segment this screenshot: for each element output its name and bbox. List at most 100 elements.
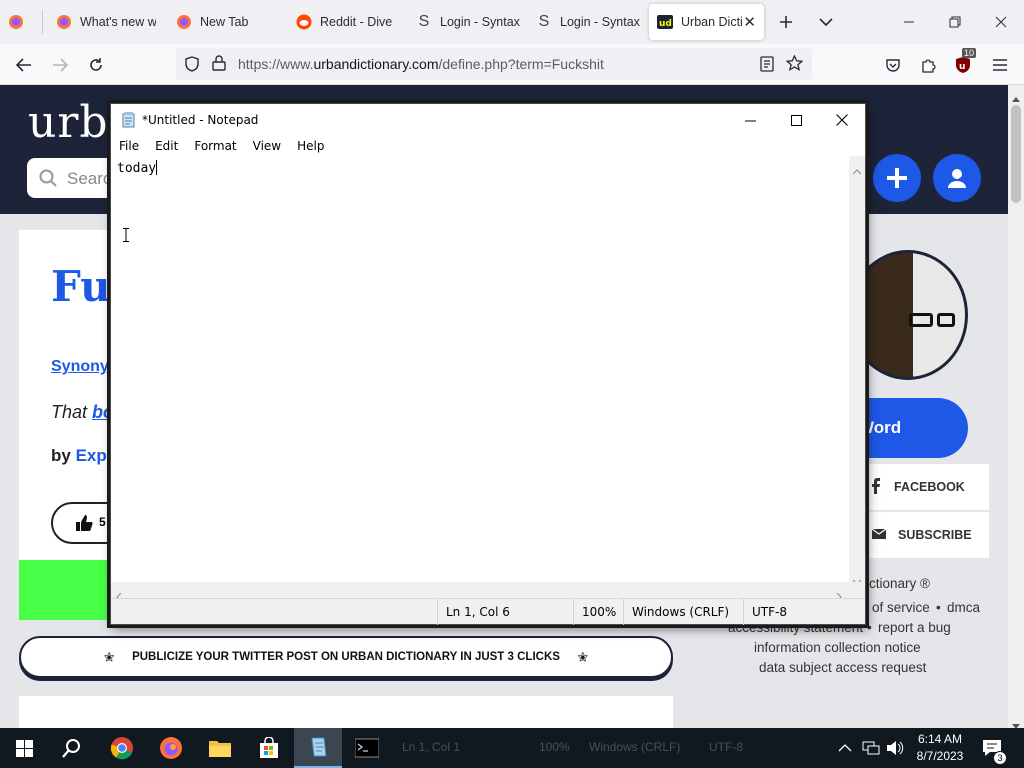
forward-arrow-icon[interactable] xyxy=(47,52,73,78)
footer-report-link[interactable]: report a bug xyxy=(878,620,951,635)
notepad-vertical-scrollbar[interactable] xyxy=(849,156,865,585)
synonyms-link[interactable]: Synony xyxy=(51,358,109,376)
definition-text: That bo xyxy=(51,402,114,423)
tracking-shield-icon[interactable] xyxy=(184,56,200,77)
menu-help[interactable]: Help xyxy=(297,139,324,153)
taskbar-clock[interactable]: 6:14 AM 8/7/2023 xyxy=(908,731,972,765)
file-explorer-icon[interactable] xyxy=(196,728,244,768)
url-text[interactable]: https://www.urbandictionary.com/define.p… xyxy=(238,56,604,72)
lock-icon[interactable] xyxy=(212,55,226,76)
notepad-content: today xyxy=(117,160,158,176)
minimize-icon[interactable] xyxy=(897,10,921,34)
tab-reddit[interactable]: Reddit - Dive i xyxy=(296,4,396,40)
browser-tab-bar: What's new w New Tab Reddit - Dive i S L… xyxy=(0,0,1024,44)
add-word-plus-icon[interactable] xyxy=(873,154,921,202)
volume-icon[interactable] xyxy=(886,728,904,768)
menu-edit[interactable]: Edit xyxy=(155,139,178,153)
menu-format[interactable]: Format xyxy=(194,139,236,153)
facebook-link[interactable]: FACEBOOK xyxy=(862,464,989,510)
footer-terms-link[interactable]: of service xyxy=(872,600,930,615)
reader-view-icon[interactable] xyxy=(760,56,774,77)
notepad-window: *Untitled - Notepad File Edit Format Vie… xyxy=(110,103,866,625)
notepad-horizontal-scrollbar[interactable] xyxy=(111,582,849,602)
url-path: /define.php?term=Fuckshit xyxy=(438,56,604,72)
facebook-label: FACEBOOK xyxy=(894,480,965,494)
browser-nav-bar: https://www.urbandictionary.com/define.p… xyxy=(0,44,1024,85)
status-zoom: 100% xyxy=(573,599,623,625)
close-tab-icon[interactable]: ✕ xyxy=(743,13,756,31)
scroll-up-arrow-icon[interactable] xyxy=(852,160,862,179)
promo-text: PUBLICIZE YOUR TWITTER POST ON URBAN DIC… xyxy=(132,651,560,663)
subscribe-link[interactable]: SUBSCRIBE xyxy=(862,512,989,558)
extensions-puzzle-icon[interactable] xyxy=(915,52,941,78)
notepad-title-bar[interactable]: *Untitled - Notepad xyxy=(111,104,865,136)
tray-chevron-up-icon[interactable] xyxy=(838,728,852,768)
mail-icon xyxy=(871,528,887,543)
bookmark-star-icon[interactable] xyxy=(785,54,804,77)
minimize-icon[interactable] xyxy=(727,104,773,136)
menu-view[interactable]: View xyxy=(253,139,281,153)
notification-count-badge: 3 xyxy=(993,751,1007,765)
terminal-icon[interactable] xyxy=(343,728,391,768)
pocket-icon[interactable] xyxy=(880,52,906,78)
new-tab-icon[interactable] xyxy=(774,10,798,34)
search-icon[interactable] xyxy=(48,728,96,768)
close-icon[interactable] xyxy=(819,104,865,136)
tab-title: Reddit - Dive i xyxy=(320,15,396,29)
restore-icon[interactable] xyxy=(943,10,967,34)
notepad-menu-bar: File Edit Format View Help xyxy=(111,136,865,156)
tab-new-tab[interactable]: New Tab xyxy=(176,4,276,40)
footer-dsar-link[interactable]: data subject access request xyxy=(759,660,926,675)
facebook-icon xyxy=(872,477,882,497)
notepad-text-area[interactable]: today xyxy=(111,156,849,582)
add-word-button[interactable]: Word xyxy=(852,398,968,458)
notepad-taskbar-icon[interactable] xyxy=(294,728,342,768)
back-arrow-icon[interactable] xyxy=(11,52,37,78)
tab-login-syntax-1[interactable]: S Login - Syntax xyxy=(416,4,522,40)
chrome-icon[interactable] xyxy=(98,728,146,768)
scrollbar-corner xyxy=(849,582,865,598)
firefox-icon[interactable] xyxy=(147,728,195,768)
twitter-promo-button[interactable]: ✬ PUBLICIZE YOUR TWITTER POST ON URBAN D… xyxy=(19,636,673,678)
hamburger-menu-icon[interactable] xyxy=(987,52,1013,78)
subscribe-label: SUBSCRIBE xyxy=(898,528,972,542)
chevron-down-icon[interactable] xyxy=(814,10,838,34)
footer-dot: • xyxy=(936,600,941,615)
footer-info-notice-link[interactable]: information collection notice xyxy=(754,640,921,655)
user-profile-icon[interactable] xyxy=(933,154,981,202)
maximize-icon[interactable] xyxy=(773,104,819,136)
search-icon xyxy=(39,169,57,192)
close-window-icon[interactable] xyxy=(989,10,1013,34)
clock-date: 8/7/2023 xyxy=(916,749,964,763)
urban-dictionary-icon: ud xyxy=(657,14,673,30)
tab-urban-dictionary[interactable]: ud Urban Dicti ✕ xyxy=(649,4,764,40)
footer-dot: • xyxy=(867,620,872,635)
definition-prefix: That xyxy=(51,402,93,422)
microsoft-store-icon[interactable] xyxy=(245,728,293,768)
ghost-status-text: UTF-8 xyxy=(709,740,743,754)
network-icon[interactable] xyxy=(862,728,880,768)
footer-dmca-link[interactable]: dmca xyxy=(947,600,980,615)
ublock-origin-icon[interactable]: u 10 xyxy=(950,48,977,78)
notepad-app-icon xyxy=(121,112,137,132)
scroll-thumb[interactable] xyxy=(1011,105,1021,203)
ud-logo[interactable]: urb xyxy=(28,97,109,148)
status-encoding: UTF-8 xyxy=(743,599,865,625)
reload-icon[interactable] xyxy=(83,52,109,78)
tab-whats-new[interactable]: What's new w xyxy=(56,4,156,40)
tab-firefox-pinned[interactable] xyxy=(8,4,38,40)
tab-divider xyxy=(42,10,43,34)
address-bar[interactable]: https://www.urbandictionary.com/define.p… xyxy=(176,48,812,80)
footer-copyright: ictionary ® xyxy=(866,576,930,591)
tab-title: Login - Syntax xyxy=(440,15,520,29)
page-scrollbar[interactable] xyxy=(1008,85,1024,729)
menu-file[interactable]: File xyxy=(119,139,139,153)
extension-badge: 10 xyxy=(962,48,977,58)
syntax-icon: S xyxy=(418,13,430,30)
windows-start-icon[interactable] xyxy=(0,728,48,768)
tab-login-syntax-2[interactable]: S Login - Syntax xyxy=(536,4,642,40)
ghost-status-text: Ln 1, Col 1 xyxy=(402,740,461,754)
reddit-icon xyxy=(296,14,312,30)
notification-center-icon[interactable]: 3 xyxy=(982,728,1007,768)
firefox-icon xyxy=(8,14,24,30)
